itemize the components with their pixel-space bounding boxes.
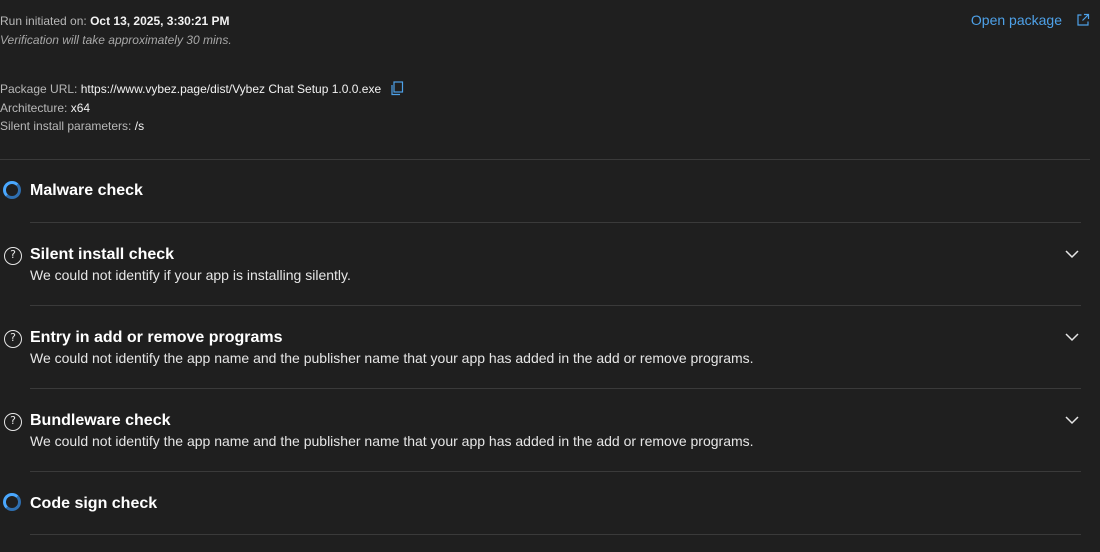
check-code-sign: Code sign check bbox=[0, 490, 1100, 520]
check-title: Malware check bbox=[30, 182, 143, 199]
check-title: Entry in add or remove programs bbox=[30, 329, 283, 346]
check-silent-install[interactable]: ? Silent install check We could not iden… bbox=[0, 242, 1100, 292]
architecture-line: Architecture: x64 bbox=[0, 101, 90, 115]
silent-params-label: Silent install parameters: bbox=[0, 119, 135, 133]
check-description: We could not identify if your app is ins… bbox=[30, 267, 351, 283]
run-initiated-label: Run initiated on: bbox=[0, 14, 91, 28]
silent-params-line: Silent install parameters: /s bbox=[0, 119, 144, 133]
check-divider bbox=[30, 222, 1081, 223]
question-circle-icon: ? bbox=[4, 413, 22, 431]
copy-icon[interactable] bbox=[390, 81, 404, 99]
check-divider bbox=[30, 388, 1081, 389]
architecture-label: Architecture: bbox=[0, 101, 71, 115]
run-initiated-line: Run initiated on: Oct 13, 2025, 3:30:21 … bbox=[0, 14, 229, 28]
check-malware: Malware check bbox=[0, 178, 1100, 208]
check-title: Silent install check bbox=[30, 246, 175, 263]
check-title: Code sign check bbox=[30, 495, 158, 512]
check-add-remove-programs[interactable]: ? Entry in add or remove programs We cou… bbox=[0, 325, 1100, 375]
spinner-icon bbox=[3, 181, 21, 199]
check-divider bbox=[30, 305, 1081, 306]
chevron-down-icon[interactable] bbox=[1064, 246, 1080, 262]
chevron-down-icon[interactable] bbox=[1064, 329, 1080, 345]
check-description: We could not identify the app name and t… bbox=[30, 350, 754, 366]
check-divider bbox=[30, 471, 1081, 472]
check-title: Bundleware check bbox=[30, 412, 171, 429]
check-description: We could not identify the app name and t… bbox=[30, 433, 754, 449]
check-divider bbox=[30, 534, 1081, 535]
header-divider bbox=[0, 159, 1090, 160]
package-url-value: https://www.vybez.page/dist/Vybez Chat S… bbox=[80, 82, 382, 96]
external-link-icon bbox=[1076, 13, 1090, 27]
open-package-label: Open package bbox=[970, 12, 1062, 28]
spinner-icon bbox=[3, 493, 21, 511]
package-url-line: Package URL: https://www.vybez.page/dist… bbox=[0, 81, 404, 99]
question-circle-icon: ? bbox=[4, 330, 22, 348]
question-circle-icon: ? bbox=[4, 247, 22, 265]
silent-params-value: /s bbox=[134, 119, 145, 133]
check-bundleware[interactable]: ? Bundleware check We could not identify… bbox=[0, 408, 1100, 458]
verification-page: Run initiated on: Oct 13, 2025, 3:30:21 … bbox=[0, 0, 1100, 552]
verification-note: Verification will take approximately 30 … bbox=[0, 33, 232, 47]
run-initiated-value: Oct 13, 2025, 3:30:21 PM bbox=[90, 14, 230, 28]
architecture-value: x64 bbox=[70, 101, 91, 115]
chevron-down-icon[interactable] bbox=[1064, 412, 1080, 428]
open-package-link[interactable]: Open package bbox=[971, 12, 1090, 28]
package-url-label: Package URL: bbox=[0, 82, 81, 96]
